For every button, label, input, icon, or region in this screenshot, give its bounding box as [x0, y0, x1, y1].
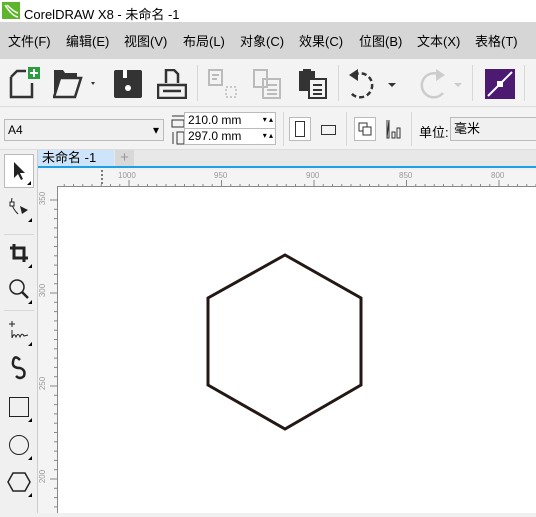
polygon-icon — [7, 472, 31, 492]
tab-document[interactable]: 未命名 -1 — [38, 150, 114, 166]
menu-file[interactable]: 文件(F) — [8, 31, 51, 50]
undo-icon[interactable] — [346, 67, 402, 101]
crop-tool[interactable] — [4, 236, 34, 270]
polygon-tool[interactable] — [4, 465, 34, 499]
hexagon-shape[interactable] — [206, 253, 363, 431]
tab-document-label: 未命名 -1 — [42, 150, 97, 165]
ruler-label: 900 — [306, 171, 320, 180]
ellipse-tool[interactable] — [4, 428, 34, 462]
open-folder-icon[interactable] — [53, 69, 97, 99]
all-pages-button[interactable] — [354, 117, 376, 141]
new-document-icon[interactable] — [8, 67, 40, 99]
standard-toolbar — [0, 59, 536, 107]
crop-icon — [10, 244, 28, 262]
paste-icon[interactable] — [298, 69, 328, 99]
drawing-canvas[interactable] — [57, 186, 536, 513]
rectangle-icon — [9, 397, 29, 417]
page-width-value: 210.0 mm — [188, 113, 242, 127]
property-bar: A4 ▾ 210.0 mm ▾ ▴ 297.0 mm ▾ ▴ 单位: 毫米 — [0, 108, 536, 150]
spin-icon[interactable]: ▾ ▴ — [263, 129, 273, 143]
menu-effects[interactable]: 效果(C) — [299, 31, 343, 50]
ellipse-icon — [9, 435, 29, 455]
menu-object[interactable]: 对象(C) — [240, 31, 284, 50]
window-title: CorelDRAW X8 - 未命名 -1 — [24, 7, 180, 22]
chevron-down-icon: ▾ — [152, 123, 159, 137]
page-size-select[interactable]: A4 ▾ — [4, 119, 164, 141]
document-tabs: 未命名 -1 + — [38, 150, 536, 168]
spin-icon[interactable]: ▾ ▴ — [263, 113, 273, 127]
cut-icon — [208, 69, 237, 98]
menu-bitmaps[interactable]: 位图(B) — [359, 31, 402, 50]
menu-bar: 文件(F) 编辑(E) 视图(V) 布局(L) 对象(C) 效果(C) 位图(B… — [0, 22, 536, 59]
ruler-label: 300 — [38, 283, 48, 298]
toolbox — [0, 150, 38, 513]
portrait-button[interactable] — [289, 117, 311, 141]
unit-value: 毫米 — [454, 121, 481, 136]
current-page-icon[interactable] — [385, 118, 401, 140]
unit-select[interactable]: 毫米 — [450, 117, 536, 141]
shape-tool[interactable] — [4, 190, 34, 224]
menu-text[interactable]: 文本(X) — [417, 31, 460, 50]
menu-table[interactable]: 表格(T) — [475, 31, 518, 50]
ruler-label: 250 — [38, 376, 48, 391]
all-pages-icon — [358, 122, 372, 136]
copy-icon — [253, 69, 281, 99]
landscape-icon[interactable] — [321, 125, 336, 135]
ruler-label: 850 — [399, 171, 413, 180]
ruler-label: 800 — [491, 171, 505, 180]
freehand-icon — [9, 321, 29, 339]
freehand-tool[interactable] — [4, 314, 34, 348]
pick-tool[interactable] — [4, 154, 34, 188]
coreldraw-logo-icon — [2, 2, 20, 19]
ruler-label: 1000 — [118, 171, 136, 180]
snap-icon[interactable] — [485, 69, 515, 99]
portrait-icon — [295, 121, 305, 137]
menu-edit[interactable]: 编辑(E) — [66, 31, 109, 50]
menu-view[interactable]: 视图(V) — [124, 31, 167, 50]
zoom-tool[interactable] — [4, 272, 34, 306]
artistic-media-icon — [11, 356, 26, 380]
print-icon[interactable] — [157, 69, 187, 99]
save-icon[interactable] — [113, 69, 143, 99]
pointer-icon — [14, 162, 25, 180]
menu-layout[interactable]: 布局(L) — [183, 31, 225, 50]
page-width-input[interactable]: 210.0 mm ▾ ▴ — [184, 112, 276, 129]
horizontal-ruler[interactable]: 1000 950 900 850 800 — [38, 170, 536, 186]
page-height-input[interactable]: 297.0 mm ▾ ▴ — [184, 128, 276, 145]
vertical-ruler[interactable]: 350 300 250 200 — [38, 186, 57, 513]
add-tab-button[interactable]: + — [115, 150, 134, 166]
rectangle-tool[interactable] — [4, 390, 34, 424]
canvas-svg — [206, 253, 363, 431]
page-height-value: 297.0 mm — [188, 129, 242, 143]
redo-icon — [420, 69, 462, 99]
title-bar: CorelDRAW X8 - 未命名 -1 — [0, 0, 536, 22]
magnifier-icon — [9, 279, 29, 299]
ruler-label: 350 — [38, 191, 48, 206]
ruler-label: 950 — [214, 171, 228, 180]
page-size-value: A4 — [8, 123, 23, 137]
artistic-media-tool[interactable] — [4, 350, 34, 384]
shape-tool-icon — [9, 197, 28, 215]
ruler-label: 200 — [38, 469, 48, 484]
unit-label: 单位: — [419, 125, 449, 140]
